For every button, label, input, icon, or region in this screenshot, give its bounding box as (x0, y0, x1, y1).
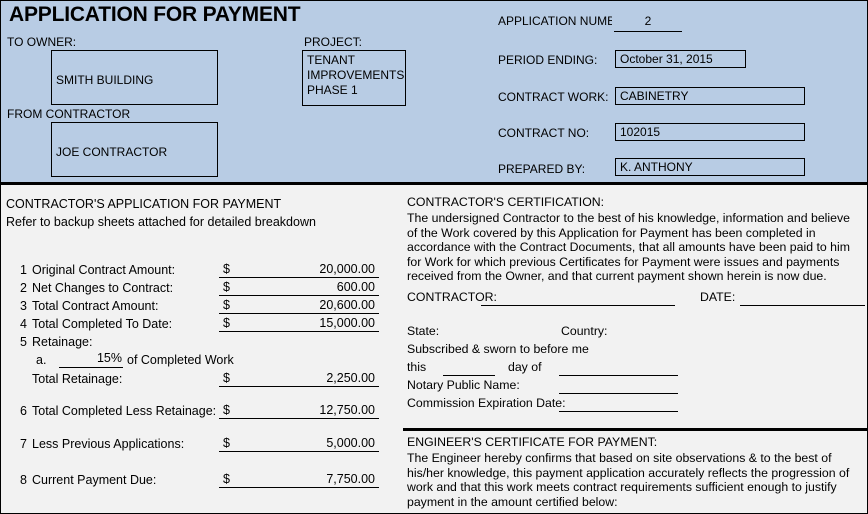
currency-symbol: $ (223, 403, 230, 417)
engineer-section-divider (403, 428, 867, 431)
currency-symbol: $ (223, 472, 230, 486)
application-for-payment-document: APPLICATION FOR PAYMENT TO OWNER: SMITH … (0, 0, 868, 514)
contractor-certification-title: CONTRACTOR'S CERTIFICATION: (407, 195, 605, 209)
line-item-value: 20,600.00 (319, 298, 375, 312)
application-number-field[interactable]: 2 (614, 14, 682, 32)
total-retainage-label: Total Retainage: (32, 372, 123, 386)
to-owner-field[interactable]: SMITH BUILDING (51, 50, 218, 105)
commission-expiration-label: Commission Expiration Date: (407, 396, 566, 410)
contract-work-label: CONTRACT WORK: (498, 90, 609, 104)
from-contractor-label: FROM CONTRACTOR (7, 107, 131, 121)
currency-symbol: $ (223, 371, 230, 385)
line-item-amount[interactable]: $ 20,000.00 (219, 261, 379, 278)
line-item-number: 4 (20, 317, 27, 331)
line-item-number: 8 (20, 473, 27, 487)
currency-symbol: $ (223, 262, 230, 276)
line-item-amount[interactable]: $ 12,750.00 (219, 402, 379, 419)
line-item-value: 5,000.00 (326, 436, 375, 450)
line-item-number: 1 (20, 263, 27, 277)
line-item-label: Net Changes to Contract: (32, 281, 174, 295)
line-item-value: 7,750.00 (326, 472, 375, 486)
project-label: PROJECT: (304, 35, 363, 49)
document-header: APPLICATION FOR PAYMENT TO OWNER: SMITH … (1, 1, 867, 185)
contractor-signature-line[interactable] (481, 304, 675, 306)
currency-symbol: $ (223, 280, 230, 294)
day-number-line[interactable] (443, 374, 495, 376)
prepared-by-label: PREPARED BY: (498, 162, 586, 176)
notary-public-name-label: Notary Public Name: (407, 378, 520, 392)
subscribed-sworn-label: Subscribed & sworn to before me (407, 342, 589, 356)
retainage-percent-suffix: of Completed Work (127, 353, 234, 367)
line-item-value: 600.00 (336, 280, 375, 294)
engineer-certificate-body: The Engineer hereby confirms that based … (407, 451, 850, 509)
period-ending-field[interactable]: October 31, 2015 (615, 50, 746, 68)
month-line[interactable] (559, 374, 678, 376)
line-item-value: 15,000.00 (319, 316, 375, 330)
backup-sheets-note: Refer to backup sheets attached for deta… (6, 215, 316, 229)
currency-symbol: $ (223, 316, 230, 330)
state-label: State: (407, 324, 440, 338)
line-item-value: 20,000.00 (319, 262, 375, 276)
line-item-number: 3 (20, 299, 27, 313)
project-field[interactable]: TENANT IMPROVEMENTS PHASE 1 (302, 50, 406, 106)
currency-symbol: $ (223, 298, 230, 312)
project-line-1: TENANT (307, 53, 355, 67)
contract-no-field[interactable]: 102015 (615, 123, 805, 141)
line-item-amount[interactable]: $ 15,000.00 (219, 315, 379, 332)
contract-no-label: CONTRACT NO: (498, 126, 590, 140)
day-of-label: day of (508, 360, 542, 374)
certification-section: CONTRACTOR'S CERTIFICATION: The undersig… (403, 185, 867, 513)
prepared-by-field[interactable]: K. ANTHONY (615, 158, 805, 176)
line-item-label: Total Completed Less Retainage: (32, 404, 217, 418)
line-item-amount[interactable]: $ 20,600.00 (219, 297, 379, 314)
contract-work-field[interactable]: CABINETRY (615, 87, 805, 105)
application-number-label: APPLICATION NUMBER (498, 14, 612, 28)
line-item-label: Original Contract Amount: (32, 263, 176, 277)
line-item-value: 12,750.00 (319, 403, 375, 417)
retainage-percent-field[interactable]: 15% (59, 351, 123, 368)
to-owner-label: TO OWNER: (7, 35, 77, 49)
line-item-amount[interactable]: $ 600.00 (219, 279, 379, 296)
currency-symbol: $ (223, 436, 230, 450)
line-item-amount[interactable]: $ 7,750.00 (219, 471, 379, 488)
from-contractor-field[interactable]: JOE CONTRACTOR (51, 122, 218, 177)
line-item-label: Less Previous Applications: (32, 437, 185, 451)
country-label: Country: (561, 324, 608, 338)
line-item-label: Current Payment Due: (32, 473, 157, 487)
line-item-label: Total Completed To Date: (32, 317, 173, 331)
this-label: this (407, 360, 427, 374)
project-line-2: IMPROVEMENTS (307, 68, 405, 82)
line-item-label: Total Contract Amount: (32, 299, 159, 313)
period-ending-label: PERIOD ENDING: (498, 53, 598, 67)
line-item-amount[interactable]: $ 5,000.00 (219, 435, 379, 452)
project-line-3: PHASE 1 (307, 83, 358, 97)
retainage-number: 5 (20, 335, 27, 349)
line-item-number: 7 (20, 437, 27, 451)
total-retainage-value: 2,250.00 (326, 371, 375, 385)
engineer-certificate-title: ENGINEER'S CERTIFICATE FOR PAYMENT: (407, 435, 658, 449)
notary-public-name-line[interactable] (559, 392, 678, 394)
retainage-label: Retainage: (32, 335, 93, 349)
contractor-certification-body: The undersigned Contractor to the best o… (407, 211, 850, 284)
line-item-number: 6 (20, 404, 27, 418)
contractor-signature-label: CONTRACTOR: (407, 290, 497, 304)
left-section-title: CONTRACTOR'S APPLICATION FOR PAYMENT (6, 197, 282, 211)
date-line[interactable] (740, 304, 865, 306)
commission-expiration-line[interactable] (559, 410, 678, 412)
date-label: DATE: (700, 290, 736, 304)
retainage-sub-letter: a. (36, 353, 47, 367)
page-title: APPLICATION FOR PAYMENT (9, 3, 301, 26)
line-item-number: 2 (20, 281, 27, 295)
contractor-application-section: CONTRACTOR'S APPLICATION FOR PAYMENT Ref… (1, 185, 401, 513)
total-retainage-amount[interactable]: $ 2,250.00 (219, 370, 379, 387)
